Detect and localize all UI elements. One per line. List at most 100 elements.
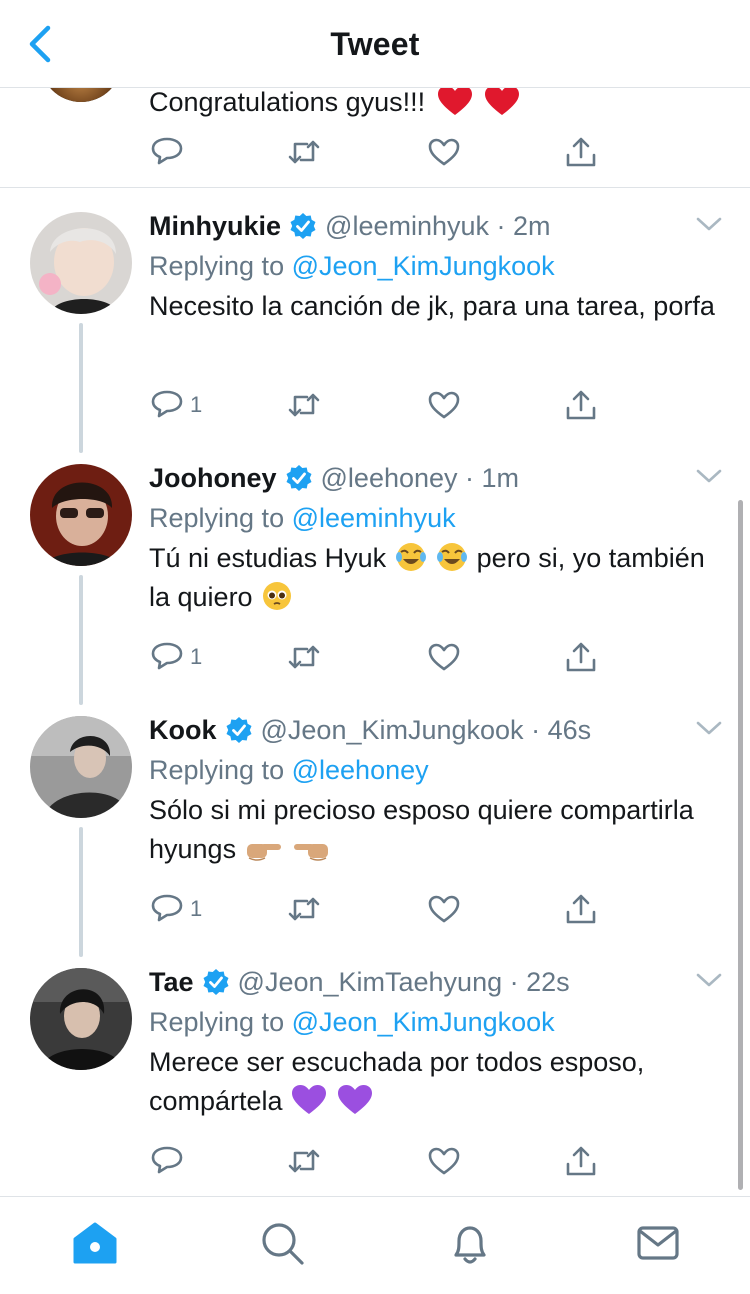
reply-button[interactable]: 1 [150, 637, 202, 677]
separator: · [502, 967, 527, 997]
tweet-text: Congratulations gyus!!! [149, 83, 520, 121]
replying-to-label: Replying to [149, 251, 285, 281]
timestamp: 46s [547, 715, 592, 745]
display-name[interactable]: Minhyukie [149, 211, 281, 241]
display-name[interactable]: Joohoney [149, 463, 277, 493]
reply-button[interactable]: 1 [150, 889, 202, 929]
retweet-button[interactable] [287, 889, 321, 929]
heart-outline-icon [428, 138, 460, 166]
share-icon [566, 390, 596, 420]
mention-link[interactable]: @leehoney [292, 755, 429, 785]
scrollbar[interactable] [738, 500, 743, 1190]
pleading-face-emoji [263, 582, 292, 610]
reply-button[interactable]: 1 [150, 385, 202, 425]
like-button[interactable] [427, 637, 461, 677]
chevron-down-icon[interactable] [694, 465, 724, 487]
share-button[interactable] [564, 1141, 598, 1181]
pointing-left-hand-emoji [294, 844, 329, 861]
retweet-icon [288, 1149, 320, 1173]
share-button[interactable] [564, 889, 598, 929]
mention-link[interactable]: @leeminhyuk [292, 503, 456, 533]
red-heart-emoji [437, 86, 472, 115]
tweet-text-part: Merece ser escuchada por todos esposo, c… [149, 1047, 645, 1116]
display-name[interactable]: Tae [149, 967, 194, 997]
reply-count: 1 [190, 896, 203, 921]
reply-tweet[interactable]: Kook @Jeon_KimJungkook · 46s Replying to … [0, 711, 750, 957]
reply-tweet[interactable]: Tae @Jeon_KimTaehyung · 22s Replying to @… [0, 963, 750, 1193]
like-button[interactable] [427, 889, 461, 929]
replying-to-label: Replying to [149, 755, 285, 785]
handle[interactable]: @leehoney [321, 463, 458, 493]
retweet-button[interactable] [287, 385, 321, 425]
heart-outline-icon [428, 391, 460, 419]
timestamp: 22s [526, 967, 570, 997]
messages-icon [637, 1226, 679, 1260]
avatar[interactable] [30, 212, 132, 314]
tab-home[interactable] [71, 1219, 119, 1267]
verified-badge-icon [203, 969, 229, 995]
page-title: Tweet [330, 26, 420, 62]
reply-tweet[interactable]: Joohoney @leehoney · 1m Replying to @leem… [0, 459, 750, 705]
tweet-actions [150, 132, 610, 172]
share-icon [566, 894, 596, 924]
tweet-header: Minhyukie @leeminhyuk · 2m [149, 207, 551, 245]
separator: · [489, 211, 514, 241]
replying-to-label: Replying to [149, 503, 285, 533]
divider [0, 187, 750, 188]
reply-button[interactable] [150, 132, 184, 172]
timestamp: 2m [513, 211, 551, 241]
like-button[interactable] [427, 132, 461, 172]
tweet-text: Merece ser escuchada por todos esposo, c… [149, 1043, 729, 1121]
tab-messages[interactable] [634, 1219, 682, 1267]
like-button[interactable] [427, 385, 461, 425]
replying-to-label: Replying to [149, 1007, 285, 1037]
handle[interactable]: @Jeon_KimJungkook [261, 715, 524, 745]
replying-to: Replying to @Jeon_KimJungkook [149, 247, 555, 285]
share-button[interactable] [564, 132, 598, 172]
tweet-header: Kook @Jeon_KimJungkook · 46s [149, 711, 591, 749]
reply-icon [151, 137, 183, 165]
handle[interactable]: @Jeon_KimTaehyung [238, 967, 503, 997]
like-button[interactable] [427, 1141, 461, 1181]
avatar[interactable] [30, 716, 132, 818]
chevron-down-icon[interactable] [694, 969, 724, 991]
chevron-down-icon[interactable] [694, 213, 724, 235]
retweet-button[interactable] [287, 132, 321, 172]
red-heart-emoji [485, 86, 520, 115]
bottom-tab-bar [0, 1196, 750, 1294]
avatar[interactable] [30, 464, 132, 566]
tab-notifications[interactable] [446, 1219, 494, 1267]
share-icon [566, 642, 596, 672]
mention-link[interactable]: @Jeon_KimJungkook [292, 1007, 555, 1037]
avatar[interactable] [30, 968, 132, 1070]
mention-link[interactable]: @Jeon_KimJungkook [292, 251, 555, 281]
purple-heart-emoji [337, 1085, 372, 1114]
verified-badge-icon [290, 213, 316, 239]
share-button[interactable] [564, 637, 598, 677]
retweet-icon [288, 393, 320, 417]
share-icon [566, 137, 596, 167]
tweet-text-part: Tú ni estudias Hyuk [149, 543, 387, 573]
retweet-button[interactable] [287, 637, 321, 677]
tweet-header: Tae @Jeon_KimTaehyung · 22s [149, 963, 570, 1001]
reply-button[interactable] [150, 1141, 190, 1181]
tab-search[interactable] [258, 1219, 306, 1267]
share-icon [566, 1146, 596, 1176]
tweet-actions: 1 [150, 889, 610, 929]
thread-line [79, 827, 83, 957]
reply-count: 1 [190, 392, 203, 417]
reply-icon [151, 390, 183, 418]
heart-outline-icon [428, 643, 460, 671]
timestamp: 1m [481, 463, 520, 493]
display-name[interactable]: Kook [149, 715, 217, 745]
retweet-icon [288, 645, 320, 669]
tweet-actions: 1 [150, 385, 610, 425]
retweet-icon [288, 897, 320, 921]
retweet-button[interactable] [287, 1141, 321, 1181]
heart-outline-icon [428, 895, 460, 923]
share-button[interactable] [564, 385, 598, 425]
reply-tweet[interactable]: Minhyukie @leeminhyuk · 2m Replying to @J… [0, 207, 750, 453]
chevron-down-icon[interactable] [694, 717, 724, 739]
verified-badge-icon [226, 717, 251, 743]
handle[interactable]: @leeminhyuk [325, 211, 489, 241]
